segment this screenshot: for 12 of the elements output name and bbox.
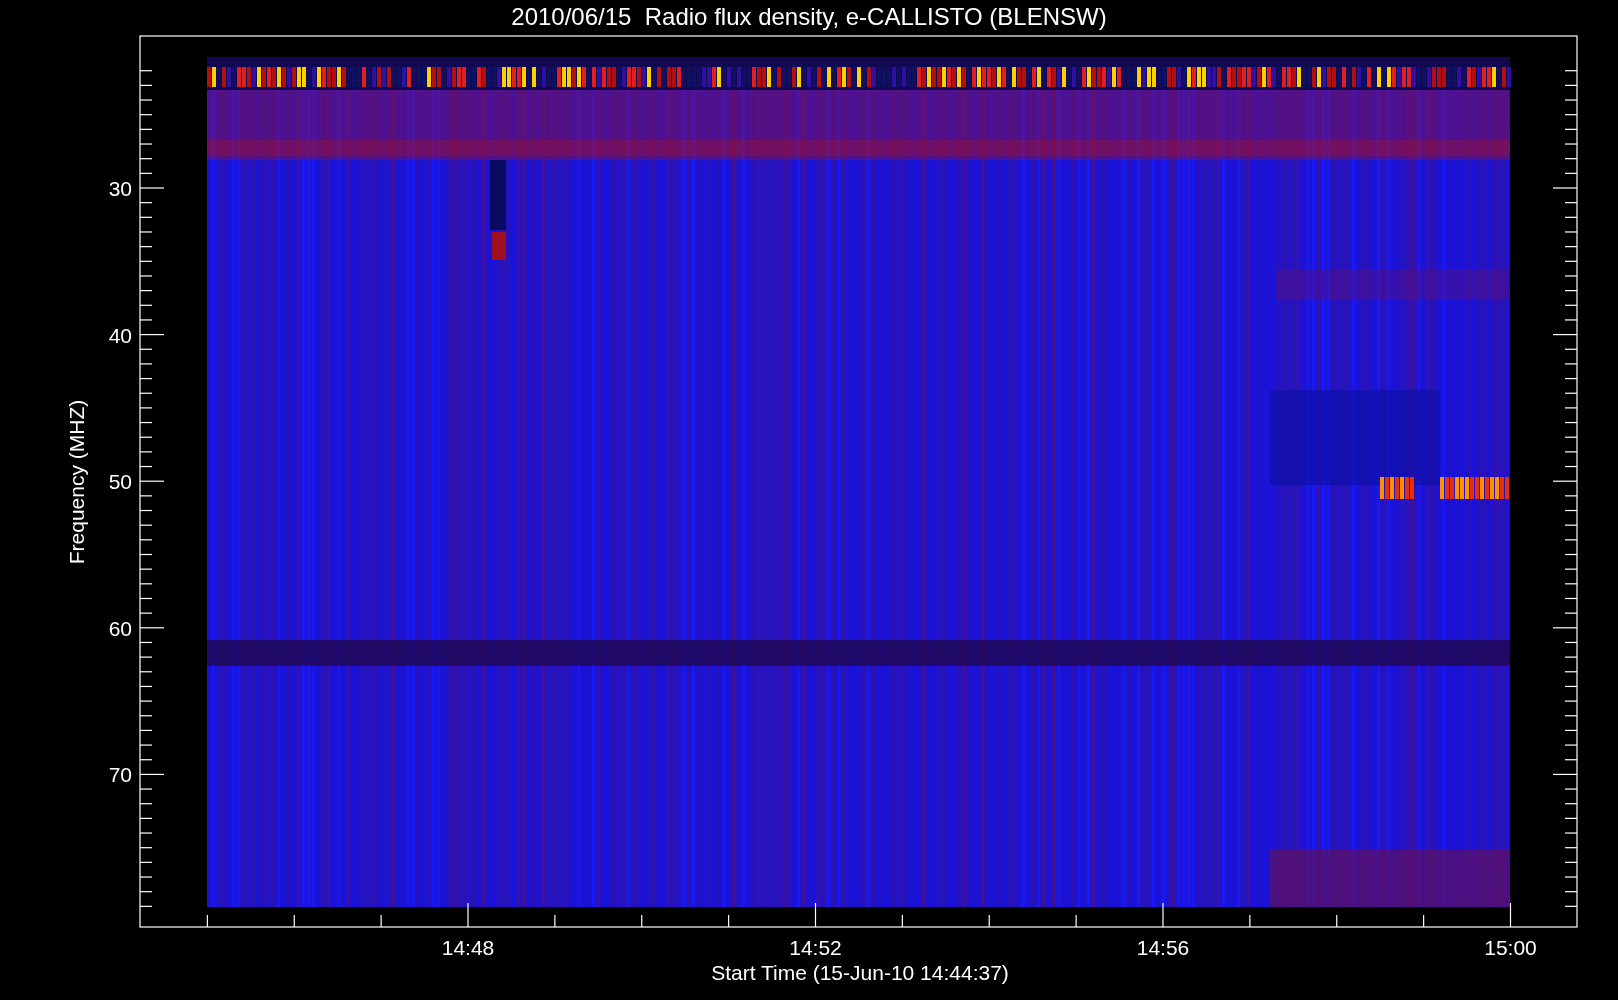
y-axis-label: Frequency (MHZ)	[65, 399, 88, 565]
y-tick-label: 60	[108, 616, 132, 640]
y-tick-label: 50	[108, 470, 132, 494]
plot-title: 2010/06/15 Radio flux density, e-CALLISTO (BLENSW)	[511, 3, 1107, 30]
y-tick-label: 30	[108, 177, 132, 200]
x-axis-label: Start Time (15-Jun-10 14:44:37)	[711, 961, 1009, 984]
y-tick-label: 40	[108, 323, 132, 347]
y-tick-label: 70	[108, 763, 132, 787]
x-tick-label: 14:52	[789, 936, 842, 959]
x-tick-label: 14:48	[441, 936, 495, 959]
x-tick-label: 15:00	[1484, 936, 1537, 959]
x-tick-label: 14:56	[1136, 936, 1190, 959]
